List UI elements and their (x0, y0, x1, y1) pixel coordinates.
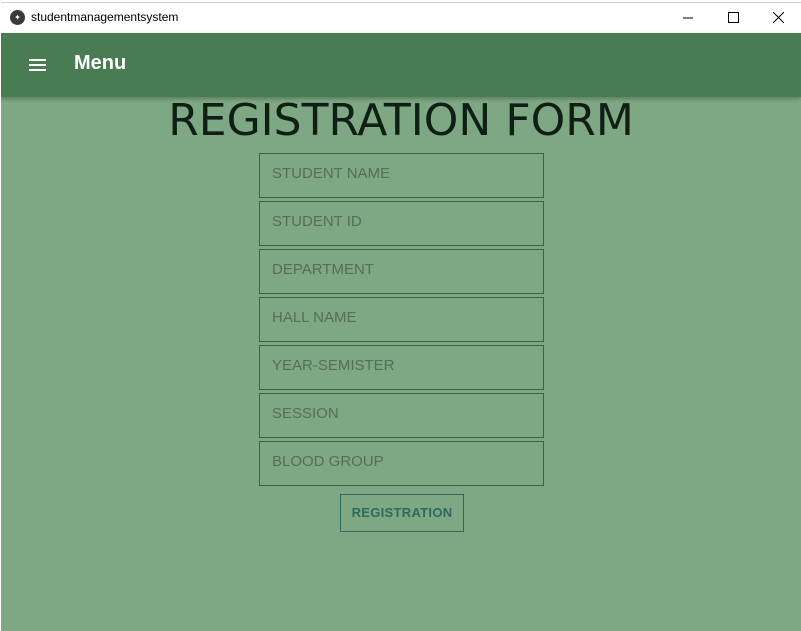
field-placeholder: STUDENT ID (272, 213, 362, 230)
hamburger-menu-icon[interactable] (28, 57, 48, 73)
toolbar-title: Menu (74, 52, 127, 74)
field-placeholder: STUDENT NAME (272, 165, 391, 182)
student-id-field[interactable]: STUDENT ID (259, 201, 544, 246)
field-placeholder: BLOOD GROUP (272, 453, 384, 470)
minimize-button[interactable] (666, 3, 711, 33)
page-title: REGISTRATION FORM (168, 95, 634, 146)
top-app-bar: Menu (1, 33, 801, 97)
minimize-icon (683, 17, 693, 19)
app-window: ✦ studentmanagementsystem Menu REGISTRAT… (1, 2, 801, 631)
window-titlebar[interactable]: ✦ studentmanagementsystem (1, 2, 801, 33)
maximize-button[interactable] (711, 3, 756, 33)
kivy-app-icon: ✦ (10, 10, 25, 25)
close-icon (773, 12, 784, 23)
maximize-icon (728, 12, 739, 23)
field-placeholder: DEPARTMENT (272, 261, 374, 278)
hall-name-field[interactable]: HALL NAME (259, 297, 544, 342)
window-title: studentmanagementsystem (31, 10, 179, 24)
student-name-field[interactable]: STUDENT NAME (259, 153, 544, 198)
field-placeholder: SESSION (272, 405, 339, 422)
registration-button[interactable]: REGISTRATION (340, 494, 464, 532)
field-placeholder: YEAR-SEMISTER (272, 357, 395, 374)
department-field[interactable]: DEPARTMENT (259, 249, 544, 294)
close-button[interactable] (756, 3, 801, 33)
blood-group-field[interactable]: BLOOD GROUP (259, 441, 544, 486)
year-semister-field[interactable]: YEAR-SEMISTER (259, 345, 544, 390)
field-placeholder: HALL NAME (272, 309, 357, 326)
session-field[interactable]: SESSION (259, 393, 544, 438)
